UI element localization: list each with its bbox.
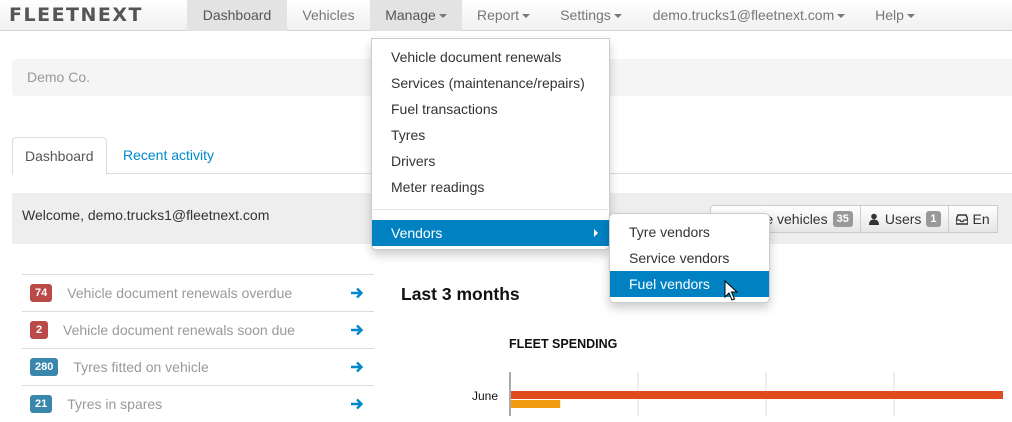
menu-divider	[373, 209, 608, 210]
list-item[interactable]: 74 Vehicle document renewals overdue	[22, 274, 374, 311]
nav-settings[interactable]: Settings	[545, 0, 637, 31]
arrow-right-icon[interactable]	[350, 360, 364, 374]
brand-logo[interactable]: FLEETNEXT	[9, 4, 143, 26]
list-item[interactable]: 21 Tyres in spares	[22, 385, 374, 422]
breadcrumb-company[interactable]: Demo Co.	[27, 69, 90, 85]
count-badge: 74	[30, 284, 53, 302]
nav-report-label: Report	[476, 7, 520, 23]
menu-item-fuel-vendors[interactable]: Fuel vendors	[610, 271, 769, 297]
mouse-cursor-icon	[724, 280, 738, 301]
alerts-list: 74 Vehicle document renewals overdue 2 V…	[22, 274, 374, 422]
nav-manage-label: Manage	[385, 7, 436, 23]
user-icon	[868, 213, 879, 225]
menu-item-service-vendors[interactable]: Service vendors	[610, 245, 769, 271]
menu-item-vehicle-document-renewals[interactable]: Vehicle document renewals	[372, 44, 609, 70]
list-item[interactable]: 280 Tyres fitted on vehicle	[22, 348, 374, 385]
fleet-spending-chart: June	[472, 372, 1003, 416]
alert-label: Vehicle document renewals soon due	[63, 322, 295, 338]
nav-account-label: demo.trucks1@fleetnext.com	[652, 7, 835, 23]
users-count: 1	[926, 211, 941, 227]
section-title: Last 3 months	[401, 284, 520, 304]
menu-item-tyres[interactable]: Tyres	[372, 122, 609, 148]
menu-item-services[interactable]: Services (maintenance/repairs)	[372, 70, 609, 96]
nav-vehicles-label: Vehicles	[302, 7, 355, 23]
chevron-down-icon	[522, 14, 531, 19]
alert-label: Tyres in spares	[67, 396, 163, 412]
menu-item-drivers[interactable]: Drivers	[372, 148, 609, 174]
nav-manage[interactable]: Manage	[370, 0, 462, 31]
top-navbar: FLEETNEXT Dashboard Vehicles Manage Repo…	[0, 0, 1012, 31]
users-label: Users	[884, 211, 922, 227]
count-badge: 2	[30, 321, 48, 339]
nav-dashboard-label: Dashboard	[202, 7, 272, 23]
menu-item-tyre-vendors[interactable]: Tyre vendors	[610, 219, 769, 245]
chevron-right-icon	[594, 229, 598, 237]
nav-account[interactable]: demo.trucks1@fleetnext.com	[637, 0, 861, 31]
arrow-right-icon[interactable]	[350, 323, 364, 337]
list-item[interactable]: 2 Vehicle document renewals soon due	[22, 311, 374, 348]
users-button[interactable]: Users 1	[859, 205, 949, 233]
nav-report[interactable]: Report	[462, 0, 545, 31]
menu-item-meter-readings[interactable]: Meter readings	[372, 174, 609, 200]
arrow-right-icon[interactable]	[350, 397, 364, 411]
chart-title: FLEET SPENDING	[509, 337, 618, 351]
manage-dropdown-menu: Vehicle document renewals Services (main…	[371, 38, 610, 250]
chart-category-label: June	[472, 389, 498, 403]
alert-label: Vehicle document renewals overdue	[67, 285, 293, 301]
chart-bar[interactable]	[511, 400, 561, 408]
welcome-text: Welcome, demo.trucks1@fleetnext.com	[22, 207, 270, 223]
menu-item-vendors[interactable]: Vendors	[372, 220, 609, 246]
count-badge: 21	[30, 395, 53, 413]
arrow-right-icon[interactable]	[350, 286, 364, 300]
alert-label: Tyres fitted on vehicle	[73, 359, 209, 375]
nav-vehicles[interactable]: Vehicles	[287, 0, 370, 31]
nav-settings-label: Settings	[560, 7, 611, 23]
nav-help[interactable]: Help	[861, 0, 929, 31]
chevron-down-icon	[906, 14, 915, 19]
nav-dashboard[interactable]: Dashboard	[187, 0, 287, 31]
inbox-icon	[955, 214, 968, 225]
email-label: En	[972, 211, 990, 227]
menu-item-fuel-transactions[interactable]: Fuel transactions	[372, 96, 609, 122]
menu-item-vendors-label: Vendors	[391, 225, 443, 241]
chevron-down-icon	[837, 14, 846, 19]
chart-bar[interactable]	[511, 391, 1003, 399]
nav-help-label: Help	[875, 7, 904, 23]
email-button[interactable]: En	[947, 205, 998, 233]
chevron-down-icon	[613, 14, 622, 19]
count-badge: 280	[30, 358, 59, 376]
chevron-down-icon	[438, 14, 447, 19]
active-vehicles-count: 35	[832, 211, 853, 227]
tab-recent-activity[interactable]: Recent activity	[111, 137, 226, 174]
tab-dashboard[interactable]: Dashboard	[12, 137, 107, 175]
vendors-submenu: Tyre vendors Service vendors Fuel vendor…	[609, 213, 770, 303]
